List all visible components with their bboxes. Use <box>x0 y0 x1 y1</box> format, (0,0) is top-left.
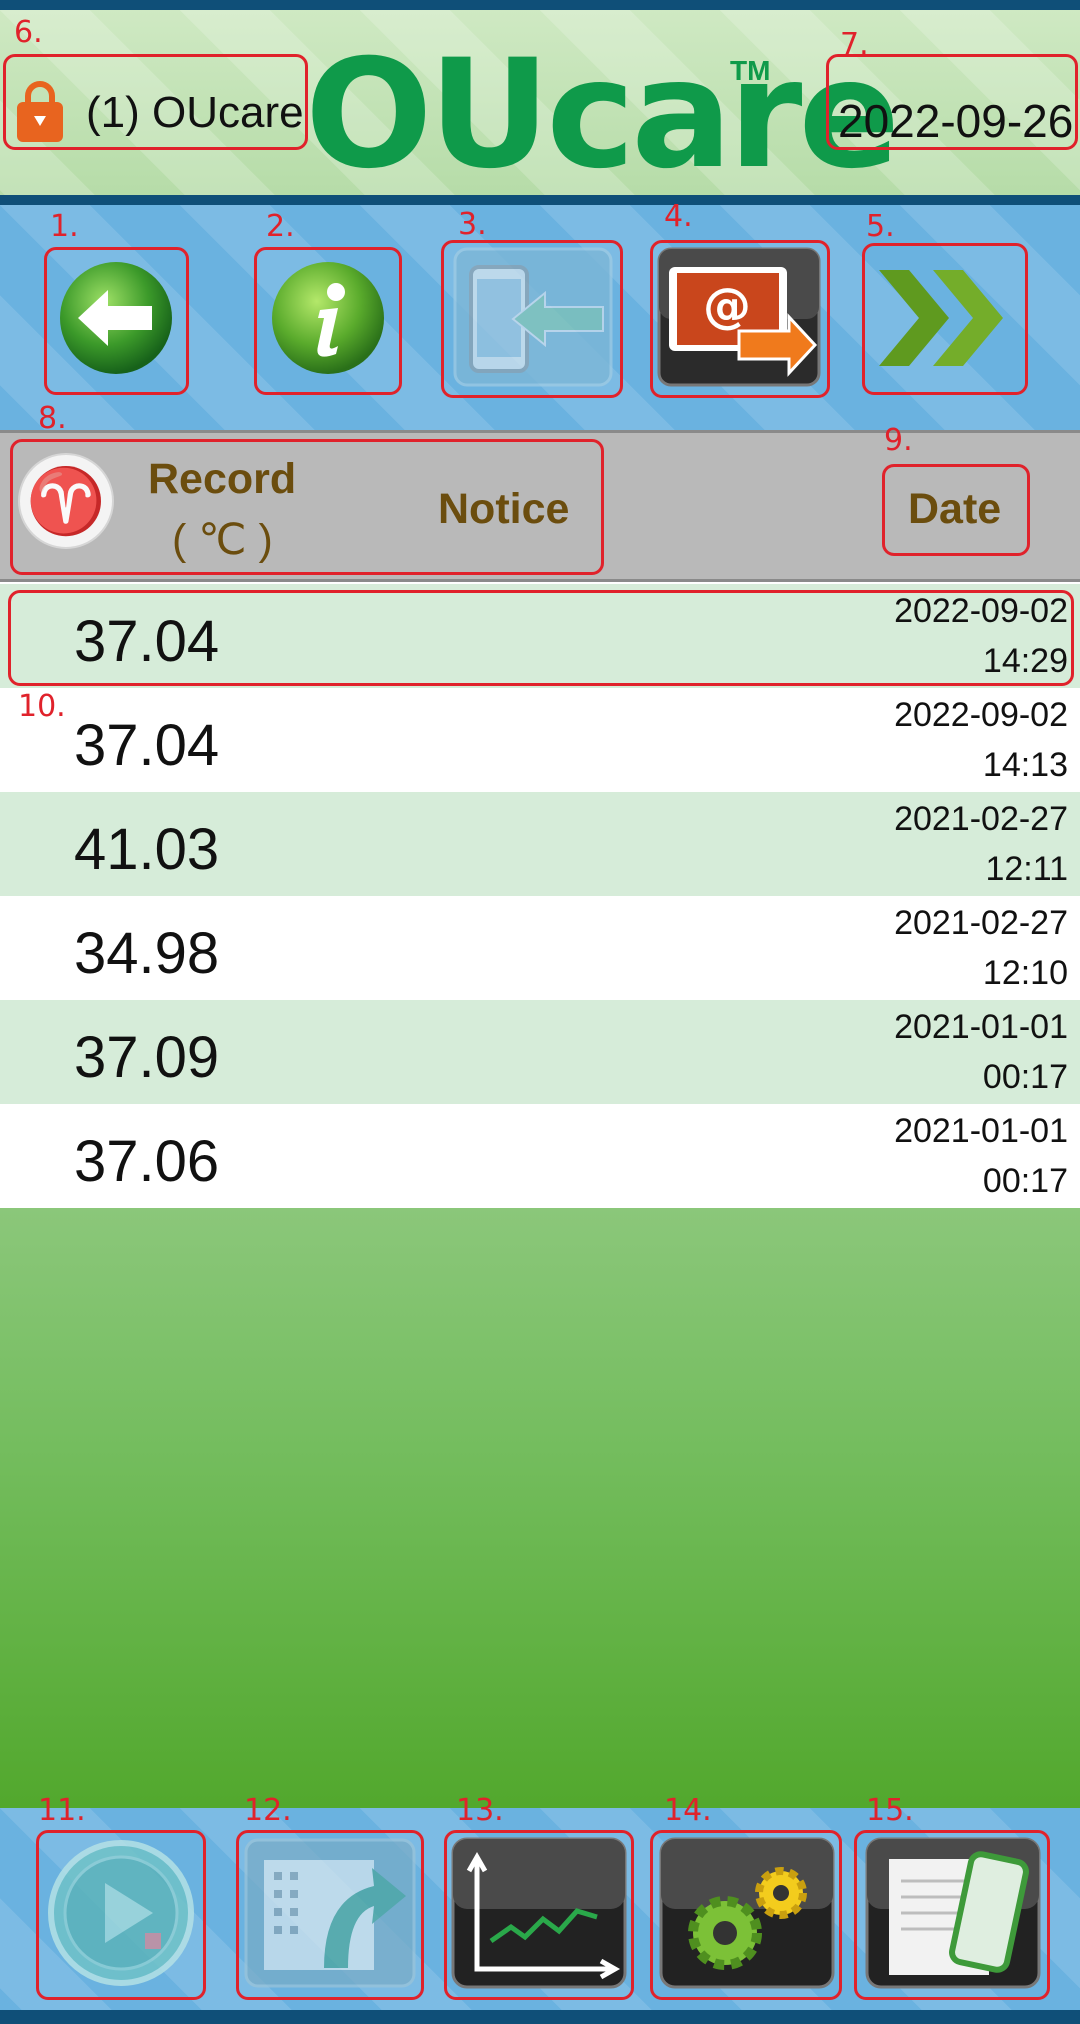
table-row[interactable]: 34.98 2021-02-27 12:10 <box>0 896 1080 1000</box>
trademark-mark: TM <box>730 55 771 86</box>
annotation-label-14: 14. <box>664 1793 712 1828</box>
mother-baby-logo-icon: ♈ <box>18 453 114 549</box>
import-from-phone-button[interactable] <box>448 243 618 391</box>
back-arrow-icon <box>60 262 172 374</box>
record-date: 2021-01-01 <box>894 1008 1068 1046</box>
record-time: 12:11 <box>985 850 1068 888</box>
bottom-toolbar <box>0 1808 1080 2024</box>
back-button[interactable] <box>48 250 184 386</box>
current-date[interactable]: 2022-09-26 <box>838 94 1073 148</box>
annotation-label-3: 3. <box>458 207 487 242</box>
annotation-label-15: 15. <box>866 1793 914 1828</box>
record-value: 41.03 <box>74 817 220 882</box>
table-row[interactable]: 37.04 2022-09-02 14:13 <box>0 688 1080 792</box>
annotation-label-7: 7. <box>840 27 869 62</box>
settings-button[interactable] <box>654 1832 840 1994</box>
record-time: 14:29 <box>982 642 1068 680</box>
annotation-label-10: 10. <box>18 689 66 724</box>
record-time: 00:17 <box>982 1058 1068 1096</box>
record-date: 2022-09-02 <box>894 696 1068 734</box>
column-date[interactable]: Date <box>908 485 1001 534</box>
chart-button[interactable] <box>446 1832 632 1994</box>
annotation-label-5: 5. <box>866 209 895 244</box>
annotation-label-9: 9. <box>884 423 913 458</box>
annotation-label-1: 1. <box>50 209 79 244</box>
notes-button[interactable] <box>858 1832 1048 1994</box>
annotation-label-4: 4. <box>664 199 693 234</box>
record-list: 37.04 2022-09-02 14:29 37.04 2022-09-02 … <box>0 584 1080 1208</box>
app-header: (1) OUcare OUcare TM 2022-09-26 <box>0 0 1080 205</box>
record-time: 00:17 <box>982 1162 1068 1200</box>
record-date: 2021-02-27 <box>894 800 1068 838</box>
table-row[interactable]: 37.04 2022-09-02 14:29 <box>0 584 1080 688</box>
record-date: 2021-01-01 <box>894 1112 1068 1150</box>
annotation-label-11: 11. <box>38 1793 86 1828</box>
table-row[interactable]: 37.09 2021-01-01 00:17 <box>0 1000 1080 1104</box>
record-value: 37.09 <box>74 1025 220 1090</box>
column-record[interactable]: Record <box>148 455 296 504</box>
annotation-label-6: 6. <box>14 15 43 50</box>
record-date: 2022-09-02 <box>894 592 1068 630</box>
record-value: 34.98 <box>74 921 220 986</box>
annotation-label-2: 2. <box>266 209 295 244</box>
phone-notes-icon <box>865 1837 1041 1989</box>
measure-button[interactable] <box>40 1832 202 1994</box>
phone-import-icon <box>453 247 613 387</box>
column-notice[interactable]: Notice <box>438 485 569 534</box>
user-profile-label[interactable]: (1) OUcare <box>86 88 304 138</box>
annotation-label-13: 13. <box>456 1793 504 1828</box>
info-button[interactable] <box>258 250 398 386</box>
table-row[interactable]: 41.03 2021-02-27 12:11 <box>0 792 1080 896</box>
top-toolbar: @ <box>0 205 1080 430</box>
record-value: 37.06 <box>74 1129 220 1194</box>
table-row[interactable]: 37.06 2021-01-01 00:17 <box>0 1104 1080 1208</box>
column-unit: ( ℃ ) <box>172 516 273 564</box>
record-date: 2021-02-27 <box>894 904 1068 942</box>
record-value: 37.04 <box>74 713 220 778</box>
share-export-icon <box>244 1838 416 1988</box>
settings-gears-icon <box>659 1837 835 1989</box>
info-icon <box>272 262 384 374</box>
chart-icon <box>451 1837 627 1989</box>
record-value: 37.04 <box>74 609 220 674</box>
lock-icon[interactable] <box>14 80 66 144</box>
app-logo: OUcare <box>305 28 900 202</box>
share-export-button[interactable] <box>240 1832 420 1994</box>
record-time: 14:13 <box>982 746 1068 784</box>
next-double-arrow-icon <box>879 270 1003 366</box>
annotation-label-8: 8. <box>38 401 67 436</box>
record-time: 12:10 <box>982 954 1068 992</box>
empty-list-area <box>0 1208 1080 1808</box>
email-export-icon: @ <box>657 247 821 387</box>
next-button[interactable] <box>866 245 1024 391</box>
email-export-button[interactable]: @ <box>654 243 824 391</box>
annotation-label-12: 12. <box>244 1793 292 1828</box>
svg-text:@: @ <box>703 278 751 334</box>
play-record-icon <box>48 1840 194 1986</box>
table-header: ♈ Record ( ℃ ) Notice Date <box>0 430 1080 582</box>
